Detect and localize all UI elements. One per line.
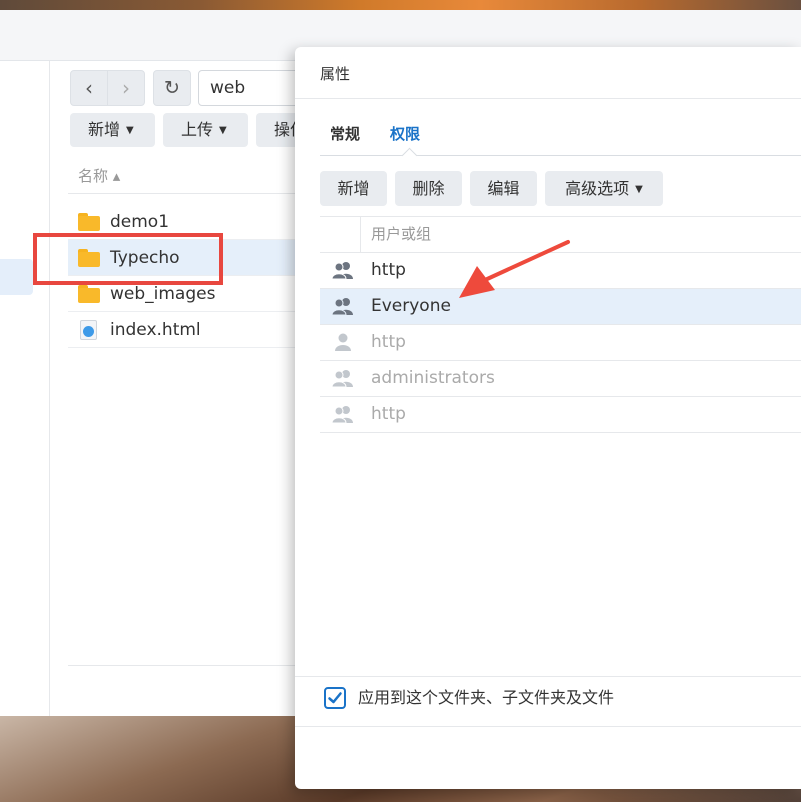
sidebar-active-item[interactable]: [0, 259, 33, 295]
refresh-icon: ↻: [164, 77, 180, 99]
tab-general[interactable]: 常规: [330, 123, 360, 144]
back-button[interactable]: ‹: [70, 70, 108, 106]
properties-dialog: 属性 常规 权限 新增 删除 编辑 高级选项 ▼ 用户或组 http Everyo…: [295, 47, 801, 789]
dialog-title: 属性: [320, 65, 351, 83]
column-separator: [360, 217, 361, 252]
refresh-button[interactable]: ↻: [153, 70, 191, 106]
tab-divider: [320, 155, 801, 156]
forward-button[interactable]: ›: [107, 70, 145, 106]
apply-to-subfolders-checkbox[interactable]: [324, 687, 346, 709]
apply-to-subfolders-label: 应用到这个文件夹、子文件夹及文件: [358, 688, 615, 707]
name-column-header[interactable]: 名称 ▴: [68, 158, 308, 194]
tab-indicator: [401, 147, 418, 164]
upload-button-label: 上传: [181, 120, 214, 139]
user-name: http: [371, 260, 406, 280]
delete-button[interactable]: 删除: [395, 171, 462, 206]
user-group-icon: [332, 406, 353, 423]
user-name: Everyone: [371, 296, 451, 316]
sidebar: [0, 61, 50, 716]
html-file-icon: [80, 320, 97, 340]
folder-icon: [78, 285, 100, 303]
add-button[interactable]: 新增: [320, 171, 387, 206]
chevron-left-icon: ‹: [85, 76, 93, 100]
user-group-icon: [332, 370, 353, 387]
new-button[interactable]: 新增 ▼: [70, 113, 155, 147]
edit-button[interactable]: 编辑: [470, 171, 537, 206]
user-or-group-column-header[interactable]: 用户或组: [371, 217, 431, 252]
file-row-index-html[interactable]: index.html: [68, 312, 308, 348]
user-name: administrators: [371, 368, 495, 388]
divider: [295, 98, 801, 99]
caret-down-icon: ▼: [635, 184, 643, 195]
caret-down-icon: ▼: [126, 124, 134, 136]
permission-row-http-inherited[interactable]: http: [320, 325, 801, 361]
user-name: http: [371, 404, 406, 424]
file-name: index.html: [110, 320, 201, 340]
footer-divider: [295, 726, 801, 727]
user-icon: [335, 333, 351, 351]
folder-icon: [78, 213, 100, 231]
list-divider: [68, 665, 308, 666]
footer-divider: [295, 676, 801, 677]
desktop-wallpaper-top: [0, 0, 801, 10]
checkmark-icon: [328, 692, 342, 704]
upload-button[interactable]: 上传 ▼: [163, 113, 248, 147]
permission-row-administrators[interactable]: administrators: [320, 361, 801, 397]
new-button-label: 新增: [88, 120, 121, 139]
advanced-options-label: 高级选项: [565, 179, 630, 198]
user-group-icon: [332, 262, 353, 279]
caret-down-icon: ▼: [219, 124, 227, 136]
annotation-arrow-icon: [459, 240, 570, 298]
highlight-box: [33, 233, 223, 285]
advanced-options-button[interactable]: 高级选项 ▼: [545, 171, 663, 206]
chevron-right-icon: ›: [122, 76, 130, 100]
permission-row-http-group[interactable]: http: [320, 397, 801, 433]
tab-permissions[interactable]: 权限: [390, 123, 420, 144]
user-group-icon: [332, 298, 353, 315]
user-name: http: [371, 332, 406, 352]
